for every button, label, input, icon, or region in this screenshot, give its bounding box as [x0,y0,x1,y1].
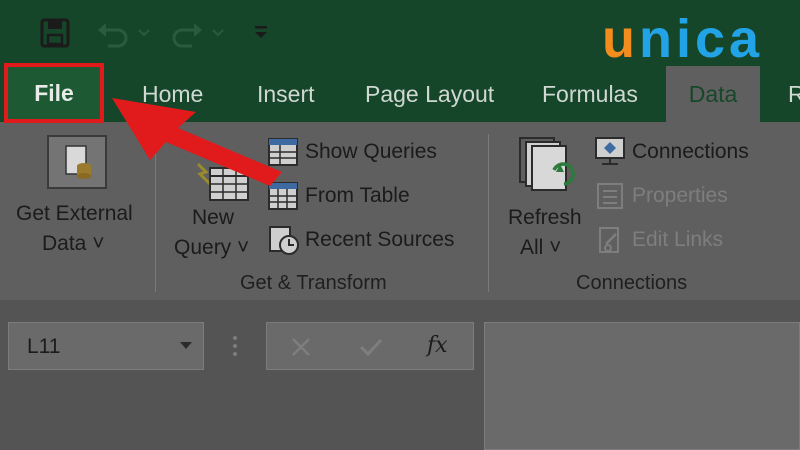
tab-review[interactable]: R [776,66,800,122]
name-box-dropdown-icon[interactable] [179,341,193,351]
connections-icon[interactable] [594,136,626,166]
unica-logo: unica [602,9,764,69]
new-query-label-2: Query ˅ [174,236,250,259]
edit-links-icon [599,227,619,253]
from-table-button[interactable]: From Table [305,184,410,208]
tab-page-layout[interactable]: Page Layout [353,66,506,122]
group-label-connections: Connections [576,272,688,294]
tab-data[interactable]: Data [666,66,760,122]
save-icon[interactable] [40,18,70,48]
formula-input[interactable] [484,322,800,450]
insert-function-button[interactable]: fx [427,333,448,358]
cancel-icon[interactable] [291,337,311,357]
redo-icon[interactable] [170,18,204,48]
refresh-all-icon[interactable] [518,136,580,198]
connections-button[interactable]: Connections [632,140,749,164]
tab-file[interactable]: File [4,63,104,123]
recent-sources-icon[interactable] [268,226,300,256]
recent-sources-button[interactable]: Recent Sources [305,228,454,252]
refresh-all-label-2: All ˅ [520,236,562,259]
get-external-data-label-2: Data ˅ [42,232,105,255]
group-label-get-transform: Get & Transform [240,272,387,294]
properties-button: Properties [632,184,728,207]
new-query-label: New [192,206,235,229]
get-external-data-icon[interactable] [46,134,108,190]
redo-dropdown-icon[interactable] [212,28,224,38]
formula-controls: fx [266,322,474,370]
edit-links-button: Edit Links [632,228,724,251]
tab-insert[interactable]: Insert [245,66,327,122]
tab-formulas[interactable]: Formulas [530,66,650,122]
from-table-icon[interactable] [268,182,298,210]
get-external-data-label: Get External [16,202,133,225]
tab-home[interactable]: Home [130,66,215,122]
undo-dropdown-icon[interactable] [138,28,150,38]
enter-check-icon[interactable] [359,337,383,357]
customize-qat-icon[interactable] [254,24,268,40]
refresh-all-label: Refresh [508,206,582,229]
formula-bar-grip-icon[interactable] [232,334,238,358]
separator [488,134,489,292]
undo-icon[interactable] [96,18,130,48]
show-queries-icon[interactable] [268,138,298,166]
show-queries-button[interactable]: Show Queries [305,140,437,164]
properties-icon [597,183,623,209]
name-box-value: L11 [27,335,61,358]
separator [155,134,156,292]
name-box[interactable]: L11 [8,322,204,370]
new-query-icon[interactable] [196,162,252,202]
